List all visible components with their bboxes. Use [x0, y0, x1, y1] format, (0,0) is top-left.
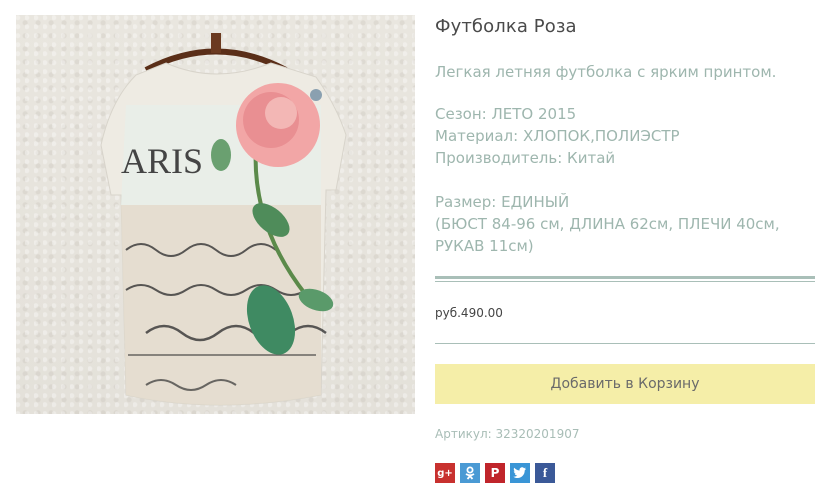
odnoklassniki-glyph	[465, 466, 475, 480]
product-price: руб.490.00	[435, 306, 503, 320]
product-material: Материал: ХЛОПОК,ПОЛИЭСТР	[435, 127, 680, 145]
tshirt-illustration: ARIS	[100, 33, 347, 406]
product-size: Размер: ЕДИНЫЙ	[435, 193, 570, 211]
divider-double	[435, 276, 815, 282]
divider	[435, 343, 815, 344]
share-buttons: g+ P f	[435, 463, 555, 483]
product-size-detail: (БЮСТ 84-96 см, ДЛИНА 62см, ПЛЕЧИ 40см, …	[435, 215, 780, 255]
product-sku: Артикул: 32320201907	[435, 427, 580, 441]
add-to-cart-button[interactable]: Добавить в Корзину	[435, 364, 815, 404]
twitter-glyph	[513, 467, 526, 478]
odnoklassniki-icon[interactable]	[460, 463, 480, 483]
product-description: Легкая летняя футболка с ярким принтом.	[435, 63, 777, 81]
twitter-icon[interactable]	[510, 463, 530, 483]
facebook-icon[interactable]: f	[535, 463, 555, 483]
pinterest-icon[interactable]: P	[485, 463, 505, 483]
product-season: Сезон: ЛЕТО 2015	[435, 105, 577, 123]
product-manufacturer: Производитель: Китай	[435, 149, 616, 167]
print-text: ARIS	[121, 141, 203, 181]
google-plus-icon[interactable]: g+	[435, 463, 455, 483]
product-title: Футболка Роза	[435, 16, 577, 37]
product-image[interactable]: ARIS	[16, 15, 415, 414]
